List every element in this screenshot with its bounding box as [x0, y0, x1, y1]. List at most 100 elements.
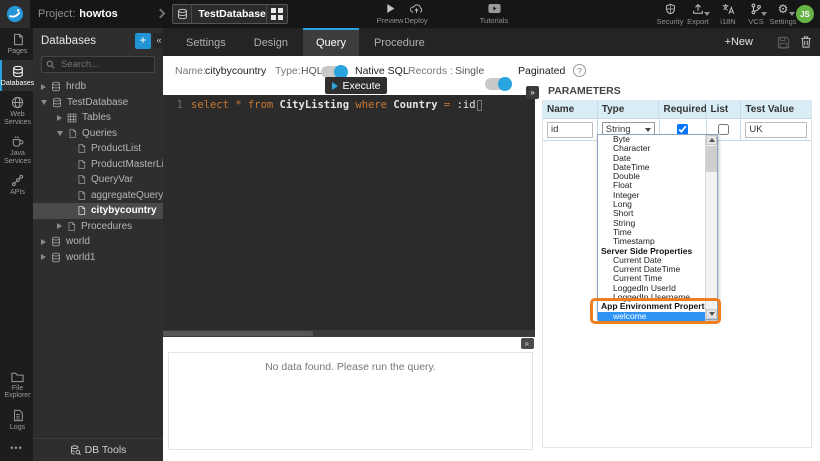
dropdown-scrollbar[interactable] — [705, 135, 717, 319]
toggle-knob — [498, 77, 512, 91]
param-testvalue-input[interactable] — [745, 122, 807, 138]
dropdown-option[interactable]: Integer — [598, 191, 705, 200]
file-icon — [67, 221, 76, 232]
expander-expanded-icon[interactable] — [41, 100, 47, 105]
tree-item-queryvar[interactable]: QueryVar — [33, 172, 163, 188]
collapse-sidebar-button[interactable]: « — [153, 33, 165, 48]
sql-editor[interactable]: 1 select * from CityListing where Countr… — [163, 95, 535, 337]
rail-more-button[interactable]: ••• — [0, 435, 33, 461]
records-option-single[interactable]: Single — [455, 65, 484, 77]
tree-item-procedures[interactable]: Procedures — [33, 219, 163, 235]
dropdown-option[interactable]: Long — [598, 200, 705, 209]
tab-bar: Settings Design Query Procedure +New — [163, 28, 820, 56]
execute-button[interactable]: Execute — [325, 77, 387, 94]
database-selector[interactable]: TestDatabase — [172, 4, 288, 24]
dropdown-option[interactable]: Time — [598, 228, 705, 237]
expander-expanded-icon[interactable] — [57, 131, 63, 136]
scrollbar-thumb[interactable] — [706, 146, 717, 172]
records-option-paginated[interactable]: Paginated — [518, 65, 565, 77]
user-avatar[interactable]: JS — [796, 5, 814, 23]
add-database-button[interactable]: + — [135, 33, 151, 49]
dropdown-option[interactable]: Character — [598, 144, 705, 153]
tree-item-tables[interactable]: Tables — [33, 110, 163, 126]
dropdown-option[interactable]: Byte — [598, 135, 705, 144]
dropdown-option[interactable]: LoggedIn UserId — [598, 284, 705, 293]
editor-hscrollbar[interactable] — [163, 330, 535, 337]
expander-collapsed-icon[interactable] — [41, 254, 46, 260]
tutorials-button[interactable]: Tutorials — [474, 3, 514, 25]
tab-design[interactable]: Design — [241, 28, 301, 56]
tree-item-productmasterlist[interactable]: ProductMasterList — [33, 157, 163, 173]
tree-item-queries[interactable]: Queries — [33, 126, 163, 142]
scrollbar-thumb[interactable] — [163, 331, 313, 336]
delete-icon[interactable] — [800, 35, 812, 49]
tree-item-label: ProductMasterList — [91, 159, 163, 170]
save-icon[interactable] — [777, 36, 790, 49]
deploy-button[interactable]: Deploy — [396, 3, 436, 25]
project-name[interactable]: howtos — [79, 8, 118, 20]
dropdown-option[interactable]: Current Date — [598, 256, 705, 265]
tree-item-productlist[interactable]: ProductList — [33, 141, 163, 157]
rail-item-databases[interactable]: Databases — [0, 60, 33, 92]
avatar-initials: JS — [800, 10, 810, 19]
expander-collapsed-icon[interactable] — [57, 223, 62, 229]
dropdown-option-selected[interactable]: welcome — [598, 312, 705, 321]
tab-label: Design — [254, 37, 288, 49]
dropdown-option[interactable]: Current Time — [598, 274, 705, 283]
collapse-parameters-button[interactable]: » — [526, 86, 539, 99]
dropdown-option[interactable]: Float — [598, 181, 705, 190]
tab-query[interactable]: Query — [303, 28, 359, 56]
type-label: Type: — [275, 65, 301, 77]
tree-item-testdatabase[interactable]: TestDatabase — [33, 95, 163, 111]
tree-item-world1[interactable]: world1 — [33, 250, 163, 266]
tab-label: Procedure — [374, 37, 425, 49]
search-input[interactable] — [59, 58, 150, 71]
shield-icon — [665, 3, 676, 15]
collapse-results-button[interactable]: » — [521, 338, 534, 349]
settings-caret-icon[interactable] — [789, 12, 795, 16]
tree-item-world[interactable]: world — [33, 234, 163, 250]
dropdown-option[interactable]: String — [598, 219, 705, 228]
records-toggle[interactable] — [485, 78, 511, 90]
column-header-type: Type — [598, 101, 660, 119]
scroll-down-icon[interactable] — [706, 309, 717, 319]
dropdown-option[interactable]: DateTime — [598, 163, 705, 172]
rail-item-java-services[interactable]: Java Services — [0, 130, 33, 169]
export-icon — [692, 3, 704, 15]
type-option-hql[interactable]: HQL — [301, 65, 323, 77]
rail-item-logs[interactable]: Logs — [0, 404, 33, 436]
rail-item-file-explorer[interactable]: File Explorer — [0, 366, 33, 404]
dropdown-option[interactable]: Date — [598, 154, 705, 163]
sql-code-line[interactable]: select * from CityListing where Country … — [191, 99, 482, 114]
breadcrumb-chevron-icon — [156, 9, 166, 19]
database-icon — [51, 81, 61, 92]
tree-item-label: hrdb — [66, 81, 86, 92]
expander-collapsed-icon[interactable] — [41, 239, 46, 245]
app-logo[interactable] — [0, 0, 30, 28]
rail-item-apis[interactable]: APIs — [0, 169, 33, 201]
tree-item-aggregatequery[interactable]: aggregateQuery — [33, 188, 163, 204]
help-icon[interactable]: ? — [573, 64, 586, 77]
tree-item-hrdb[interactable]: hrdb — [33, 79, 163, 95]
tree-item-citybycountry[interactable]: citybycountry — [33, 203, 163, 219]
settings-label: Settings — [769, 17, 796, 26]
param-list-checkbox[interactable] — [718, 124, 729, 135]
expander-collapsed-icon[interactable] — [41, 84, 46, 90]
execute-label: Execute — [343, 80, 381, 92]
dropdown-option[interactable]: Double — [598, 172, 705, 181]
tab-procedure[interactable]: Procedure — [361, 28, 438, 56]
db-tools-button[interactable]: DB Tools — [33, 438, 163, 461]
param-name-input[interactable] — [547, 122, 593, 138]
dropdown-option[interactable]: Short — [598, 209, 705, 218]
grid-icon[interactable] — [266, 5, 287, 23]
records-label: Records : — [408, 65, 453, 77]
sidebar-search[interactable] — [41, 56, 155, 73]
expander-collapsed-icon[interactable] — [57, 115, 62, 121]
rail-item-pages[interactable]: Pages — [0, 28, 33, 60]
new-query-button[interactable]: +New — [725, 36, 753, 48]
type-option-nativesql[interactable]: Native SQL — [355, 65, 409, 77]
rail-item-web-services[interactable]: Web Services — [0, 91, 33, 130]
scroll-up-icon[interactable] — [706, 135, 717, 145]
dropdown-option[interactable]: Current DateTime — [598, 265, 705, 274]
tab-settings[interactable]: Settings — [173, 28, 239, 56]
